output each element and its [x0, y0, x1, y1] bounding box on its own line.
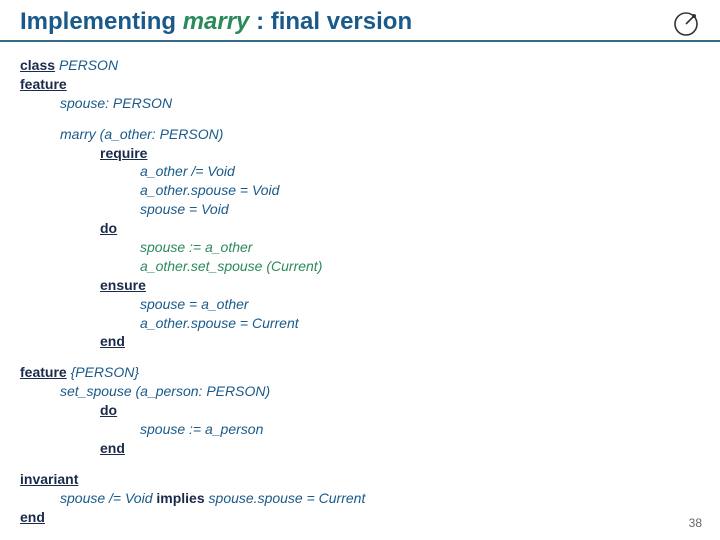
- code-line: spouse = a_other: [20, 295, 700, 314]
- code-line: spouse := a_other: [20, 238, 700, 257]
- code-line: require: [20, 144, 700, 163]
- code-line: a_other.spouse = Current: [20, 314, 700, 333]
- kw-end: end: [20, 509, 45, 525]
- code-line: end: [20, 332, 700, 351]
- title-post: : final version: [249, 8, 412, 35]
- kw-implies: implies: [156, 490, 204, 506]
- code-block: class PERSON feature spouse: PERSON marr…: [0, 42, 720, 540]
- code-line: end: [20, 439, 700, 458]
- title-em: marry: [183, 8, 250, 35]
- code-line: a_other.set_spouse (Current): [20, 257, 700, 276]
- kw-end: end: [100, 440, 125, 456]
- code-line: do: [20, 219, 700, 238]
- kw-class: class: [20, 57, 55, 73]
- code-line: spouse: PERSON: [20, 94, 700, 113]
- code-line: end: [20, 508, 700, 527]
- code-line: ensure: [20, 276, 700, 295]
- code-line: a_other.spouse = Void: [20, 181, 700, 200]
- kw-feature: feature: [20, 364, 67, 380]
- kw-ensure: ensure: [100, 277, 146, 293]
- page-title: Implementing marry : final version: [20, 8, 700, 36]
- code-line: set_spouse (a_person: PERSON): [20, 382, 700, 401]
- blank-line: [20, 351, 700, 363]
- kw-require: require: [100, 145, 147, 161]
- code-line: spouse /= Void implies spouse.spouse = C…: [20, 489, 700, 508]
- code-line: feature: [20, 75, 700, 94]
- code-line: marry (a_other: PERSON): [20, 125, 700, 144]
- kw-do: do: [100, 402, 117, 418]
- eiffel-logo-icon: [672, 10, 700, 43]
- kw-feature: feature: [20, 76, 67, 92]
- code-line: feature {PERSON}: [20, 363, 700, 382]
- kw-invariant: invariant: [20, 471, 78, 487]
- code-ident: PERSON: [59, 57, 118, 73]
- blank-line: [20, 113, 700, 125]
- kw-do: do: [100, 220, 117, 236]
- code-line: spouse = Void: [20, 200, 700, 219]
- code-expr: spouse /= Void: [60, 490, 156, 506]
- kw-end: end: [100, 333, 125, 349]
- code-line: do: [20, 401, 700, 420]
- code-line: class PERSON: [20, 56, 700, 75]
- code-visibility: {PERSON}: [71, 364, 139, 380]
- title-pre: Implementing: [20, 8, 183, 35]
- code-line: spouse := a_person: [20, 420, 700, 439]
- code-line: invariant: [20, 470, 700, 489]
- slide-header: Implementing marry : final version: [0, 0, 720, 42]
- blank-line: [20, 458, 700, 470]
- code-line: a_other /= Void: [20, 162, 700, 181]
- page-number: 38: [689, 516, 702, 530]
- code-expr: spouse.spouse = Current: [205, 490, 366, 506]
